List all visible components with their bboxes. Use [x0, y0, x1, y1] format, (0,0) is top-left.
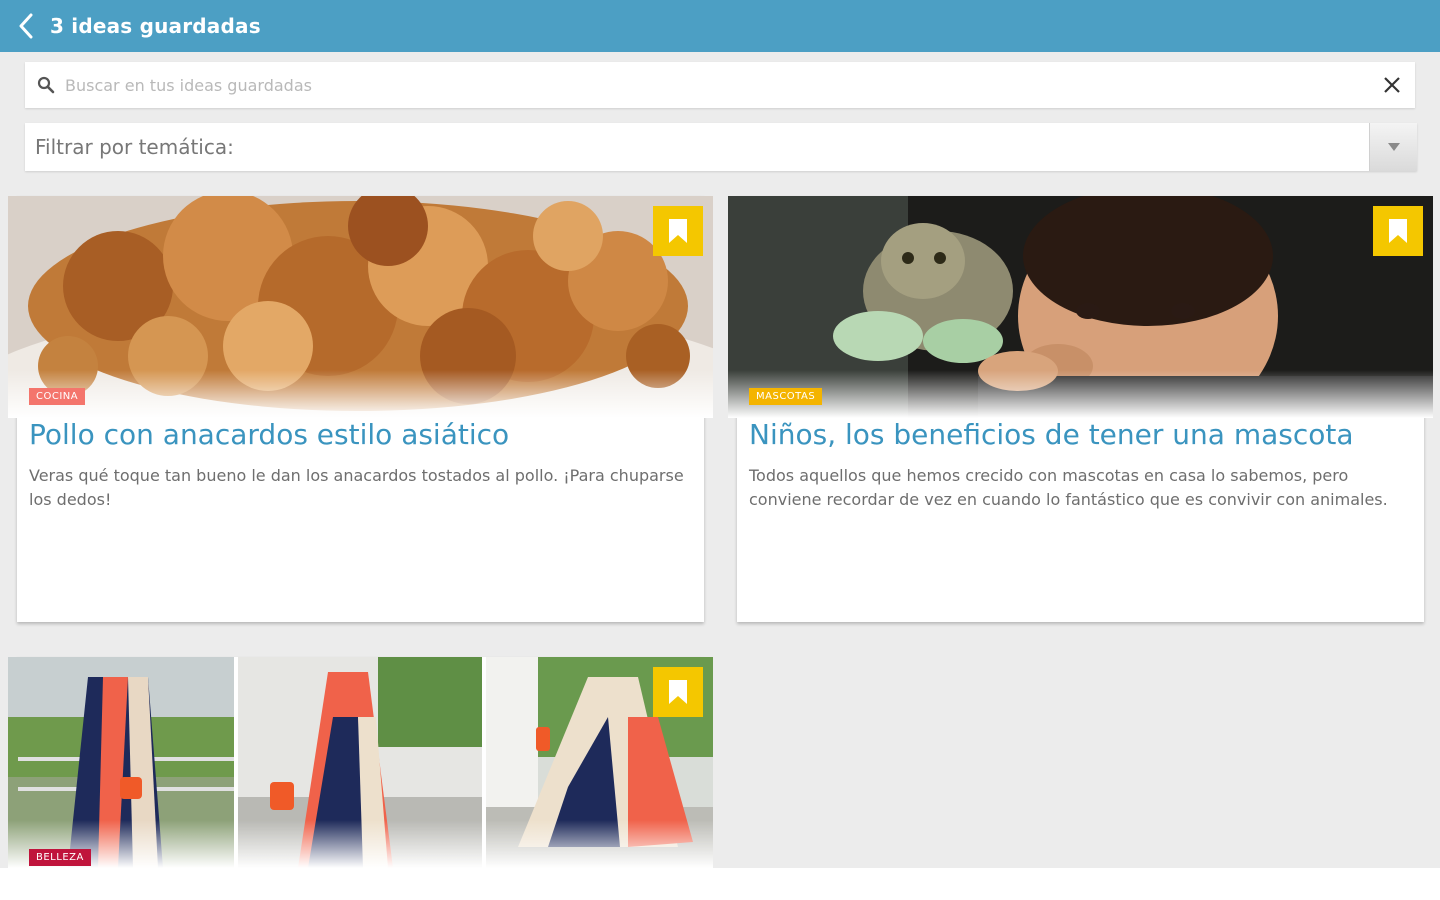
page-title: 3 ideas guardadas — [50, 14, 261, 38]
search-bar — [25, 62, 1415, 108]
card-description: Todos aquellos que hemos crecido con mas… — [749, 466, 1388, 509]
bookmark-icon — [669, 680, 687, 704]
bookmark-button[interactable] — [1373, 206, 1423, 256]
filter-label: Filtrar por temática: — [35, 135, 234, 159]
search-input[interactable] — [65, 62, 1369, 108]
card-title: Pollo con anacardos estilo asiático — [29, 418, 510, 451]
card-title: Niños, los beneficios de tener una masco… — [749, 418, 1354, 451]
topic-filter-select[interactable]: Filtrar por temática: — [25, 123, 1417, 171]
bottom-edge — [0, 868, 1440, 900]
bookmark-icon — [669, 219, 687, 243]
category-badge: BELLEZA — [29, 849, 91, 866]
close-icon — [1384, 77, 1400, 93]
bookmark-button[interactable] — [653, 206, 703, 256]
card-image-dress-collage — [8, 657, 713, 868]
top-app-bar: 3 ideas guardadas — [0, 0, 1440, 52]
dropdown-toggle[interactable] — [1369, 123, 1417, 171]
idea-card-cocina[interactable]: COCINA Pollo con anacardos estilo asiáti… — [8, 196, 713, 622]
card-image-food — [8, 196, 713, 418]
caret-down-icon — [1387, 143, 1400, 151]
category-badge: COCINA — [29, 388, 86, 405]
idea-card-belleza[interactable]: BELLEZA — [8, 657, 713, 872]
card-image-child-and-cat — [728, 196, 1433, 418]
search-icon — [27, 76, 65, 94]
bookmark-button[interactable] — [653, 667, 703, 717]
clear-search-button[interactable] — [1369, 62, 1415, 108]
idea-card-mascotas[interactable]: MASCOTAS Niños, los beneficios de tener … — [728, 196, 1433, 622]
back-button[interactable] — [6, 0, 46, 52]
category-badge: MASCOTAS — [749, 388, 823, 405]
chevron-left-icon — [19, 13, 33, 39]
bookmark-icon — [1389, 219, 1407, 243]
card-description: Veras qué toque tan bueno le dan los ana… — [29, 466, 684, 509]
